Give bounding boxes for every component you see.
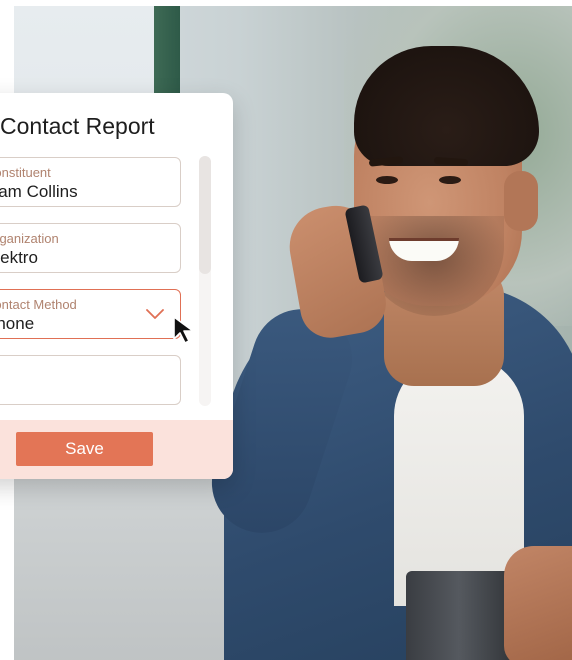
contact-report-card: Contact Report Constituent Liam Collins … (0, 93, 233, 479)
organization-field[interactable]: Organization Elektro (0, 223, 181, 273)
field-label: Contact Method (0, 297, 77, 312)
mouse-pointer-icon (173, 316, 194, 344)
constituent-field[interactable]: Constituent Liam Collins (0, 157, 181, 207)
chevron-down-icon[interactable] (146, 308, 164, 320)
contact-method-select[interactable]: Contact Method Phone (0, 289, 181, 339)
photo-eye-left (376, 176, 398, 184)
field-value: Phone (0, 314, 35, 333)
photo-mug (406, 571, 512, 660)
card-title: Contact Report (0, 113, 155, 139)
stage: Contact Report Constituent Liam Collins … (0, 0, 572, 660)
photo-eye-right (439, 176, 461, 184)
field-value: Elektro (0, 248, 38, 267)
card-footer: Save (0, 420, 233, 479)
scrollbar-track[interactable] (199, 156, 211, 406)
empty-field[interactable] (0, 355, 181, 405)
photo-mug-hand (504, 546, 572, 660)
field-label: Organization (0, 231, 59, 246)
photo-ear (504, 171, 538, 231)
save-button[interactable]: Save (16, 432, 153, 466)
scrollbar-thumb[interactable] (199, 156, 211, 274)
field-label: Constituent (0, 165, 51, 180)
field-value: Liam Collins (0, 182, 78, 201)
